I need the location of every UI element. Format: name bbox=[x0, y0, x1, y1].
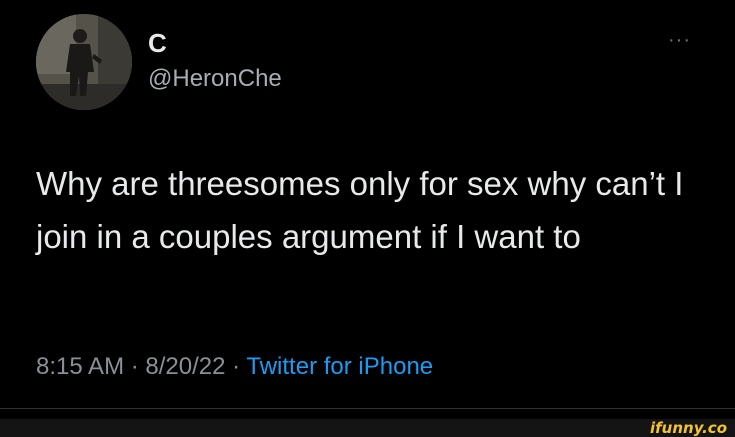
display-name[interactable]: C bbox=[148, 28, 167, 58]
divider bbox=[0, 408, 735, 409]
tweet-source-link[interactable]: Twitter for iPhone bbox=[246, 353, 433, 380]
avatar-photo-icon bbox=[36, 14, 132, 110]
watermark-bar bbox=[0, 419, 735, 437]
tweet-time[interactable]: 8:15 AM bbox=[36, 353, 124, 380]
meta-separator: · bbox=[130, 353, 139, 380]
tweet-meta: 8:15 AM · 8/20/22 · Twitter for iPhone bbox=[36, 352, 433, 382]
user-handle[interactable]: @HeronChe bbox=[148, 64, 282, 94]
ifunny-watermark: ifunny.co bbox=[650, 419, 727, 437]
meta-separator: · bbox=[232, 353, 241, 380]
tweet-text: Why are threesomes only for sex why can’… bbox=[36, 165, 684, 255]
more-options-icon[interactable]: ··· bbox=[668, 30, 691, 50]
tweet-date[interactable]: 8/20/22 bbox=[145, 353, 225, 380]
avatar[interactable] bbox=[36, 14, 132, 110]
